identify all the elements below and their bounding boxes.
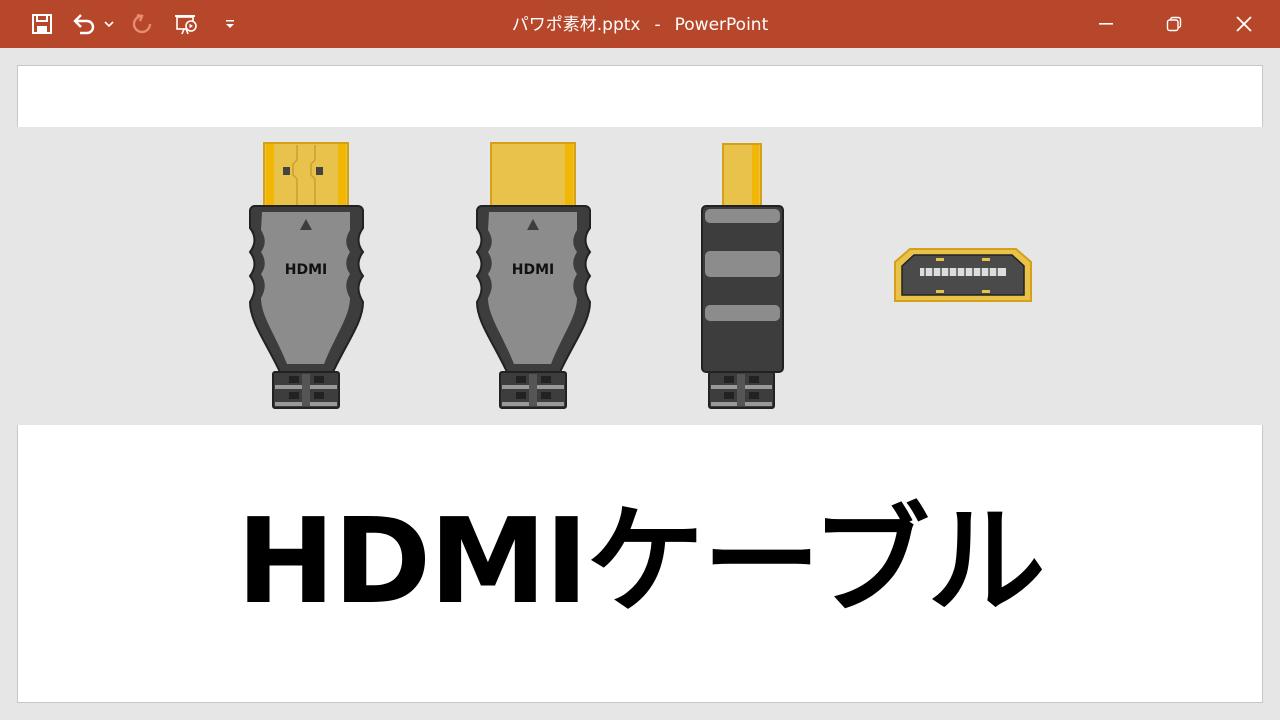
slide-title[interactable]: HDMIケーブル: [0, 486, 1280, 636]
hdmi-logo-text: HDMI: [285, 262, 327, 278]
hdmi-plug-profile-view[interactable]: [701, 143, 784, 409]
hdmi-plug-side-view-2[interactable]: HDMI: [475, 142, 592, 409]
hdmi-logo-text: HDMI: [512, 262, 554, 278]
hdmi-plug-front-view[interactable]: [894, 248, 1032, 302]
hdmi-plug-side-view-1[interactable]: HDMI: [248, 142, 365, 409]
